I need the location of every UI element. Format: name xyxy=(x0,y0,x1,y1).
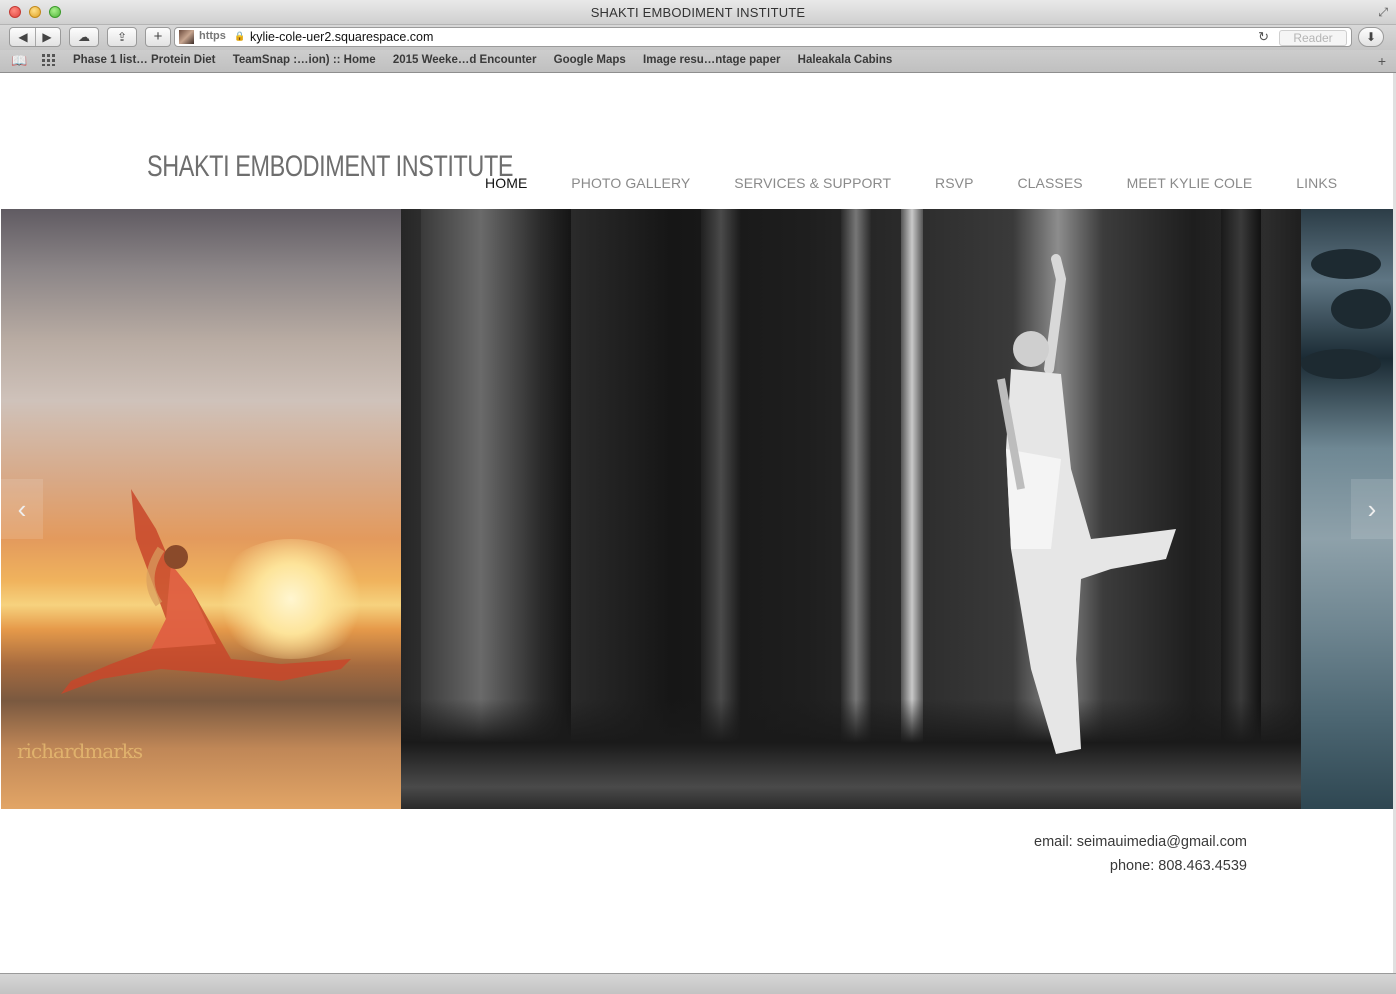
photographer-watermark: richardmarks xyxy=(17,739,143,763)
forest-dancer-image xyxy=(997,254,1176,754)
nav-meet-kylie-cole[interactable]: MEET KYLIE COLE xyxy=(1127,175,1253,191)
downloads-button[interactable]: ⬇ xyxy=(1358,27,1384,47)
rock xyxy=(1301,349,1381,379)
site-logo[interactable]: SHAKTI EMBODIMENT INSTITUTE xyxy=(147,150,513,184)
contact-email[interactable]: email: seimauimedia@gmail.com xyxy=(1034,830,1247,854)
image-slideshow: richardmarks ‹ › xyxy=(1,209,1393,809)
share-button[interactable]: ⇪ xyxy=(107,27,137,47)
reload-icon[interactable]: ↻ xyxy=(1258,29,1269,45)
bookmark-items: Phase 1 list… Protein Diet TeamSnap :…io… xyxy=(73,54,906,66)
reader-button[interactable]: Reader xyxy=(1279,30,1347,46)
chevron-right-icon: › xyxy=(1367,494,1377,524)
bookmark-item[interactable]: TeamSnap :…ion) :: Home xyxy=(233,54,376,66)
main-nav: HOME PHOTO GALLERY SERVICES & SUPPORT RS… xyxy=(485,175,1377,191)
bookmark-item[interactable]: 2015 Weeke…d Encounter xyxy=(393,54,537,66)
rock xyxy=(1331,289,1391,329)
new-tab-button[interactable]: + xyxy=(145,27,171,47)
cloud-icon: ☁ xyxy=(78,30,90,44)
chevron-left-icon: ‹ xyxy=(17,494,27,524)
contact-info: email: seimauimedia@gmail.com phone: 808… xyxy=(1034,830,1247,878)
plus-icon: + xyxy=(153,28,163,45)
previous-slide-button[interactable]: ‹ xyxy=(1,479,43,539)
browser-toolbar: ◀ ▶ ☁ ⇪ + https 🔒 kylie-cole-uer2.squares… xyxy=(0,25,1396,50)
url-scheme: https xyxy=(199,30,226,42)
site-favicon xyxy=(179,30,194,44)
fullscreen-icon[interactable]: ⤢ xyxy=(1378,5,1388,20)
bookmark-item[interactable]: Google Maps xyxy=(554,54,626,66)
back-icon[interactable]: ◀ xyxy=(11,28,35,46)
address-bar[interactable]: https 🔒 kylie-cole-uer2.squarespace.com … xyxy=(174,27,1352,47)
window-title: SHAKTI EMBODIMENT INSTITUTE xyxy=(590,5,806,20)
reading-list-icon[interactable]: 📖 xyxy=(11,53,27,69)
bookmarks-bar: 📖 Phase 1 list… Protein Diet TeamSnap :…… xyxy=(0,50,1396,73)
download-icon: ⬇ xyxy=(1365,30,1377,44)
next-slide-button[interactable]: › xyxy=(1351,479,1393,539)
slide-forest-dancer[interactable] xyxy=(401,209,1301,809)
leaping-dancer-image xyxy=(61,489,351,694)
bookmark-item[interactable]: Haleakala Cabins xyxy=(798,54,893,66)
back-forward-buttons: ◀ ▶ xyxy=(9,27,61,47)
nav-links[interactable]: LINKS xyxy=(1296,175,1337,191)
lock-icon: 🔒 xyxy=(234,31,246,41)
contact-phone[interactable]: phone: 808.463.4539 xyxy=(1034,854,1247,878)
url-text[interactable]: kylie-cole-uer2.squarespace.com xyxy=(250,30,433,44)
rock xyxy=(1311,249,1381,279)
slide-sunset-dancer[interactable]: richardmarks xyxy=(1,209,401,809)
bookmark-item[interactable]: Phase 1 list… Protein Diet xyxy=(73,54,216,66)
add-bookmark-icon[interactable]: + xyxy=(1378,53,1386,69)
bookmark-item[interactable]: Image resu…ntage paper xyxy=(643,54,780,66)
nav-photo-gallery[interactable]: PHOTO GALLERY xyxy=(571,175,690,191)
top-sites-icon[interactable] xyxy=(42,54,56,66)
divider xyxy=(35,28,36,46)
icloud-tabs-button[interactable]: ☁ xyxy=(69,27,99,47)
nav-home[interactable]: HOME xyxy=(485,175,527,191)
window-titlebar: SHAKTI EMBODIMENT INSTITUTE ⤢ xyxy=(0,0,1396,25)
browser-status-bar xyxy=(0,973,1396,994)
web-page: SHAKTI EMBODIMENT INSTITUTE HOME PHOTO G… xyxy=(1,73,1393,973)
nav-rsvp[interactable]: RSVP xyxy=(935,175,974,191)
nav-services-support[interactable]: SERVICES & SUPPORT xyxy=(734,175,891,191)
nav-classes[interactable]: CLASSES xyxy=(1017,175,1082,191)
share-icon: ⇪ xyxy=(116,30,128,44)
forward-icon[interactable]: ▶ xyxy=(35,28,59,46)
